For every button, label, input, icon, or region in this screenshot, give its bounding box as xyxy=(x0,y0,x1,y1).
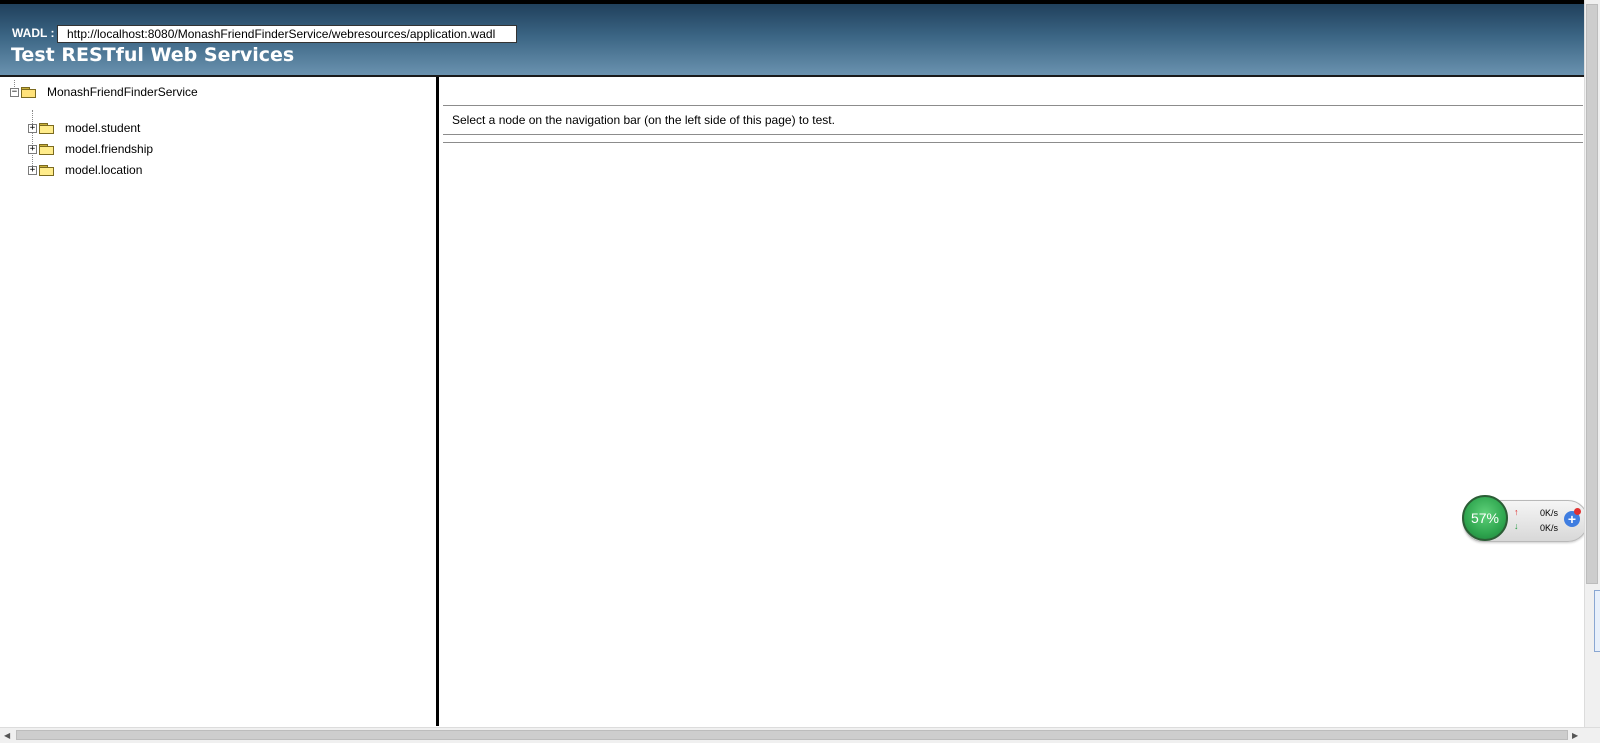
divider xyxy=(443,142,1583,143)
download-speed: 0K/s xyxy=(1540,523,1559,533)
tree-root-label[interactable]: MonashFriendFinderService xyxy=(47,85,198,99)
tree-item-model-friendship[interactable]: + model.friendship xyxy=(28,140,153,158)
side-panel-tab[interactable] xyxy=(1594,590,1600,652)
wadl-url-field[interactable]: http://localhost:8080/MonashFriendFinder… xyxy=(57,25,517,43)
expand-icon[interactable]: + xyxy=(28,123,37,133)
scroll-right-icon[interactable]: ▶ xyxy=(1572,731,1578,740)
memory-gauge[interactable]: 57% xyxy=(1462,495,1508,541)
divider xyxy=(443,134,1583,135)
folder-icon xyxy=(39,143,55,155)
tree-root-node[interactable]: − MonashFriendFinderService xyxy=(10,83,198,101)
collapse-icon[interactable]: − xyxy=(10,87,19,97)
tree-item-label[interactable]: model.student xyxy=(65,121,140,135)
upload-speed: 0K/s xyxy=(1540,508,1559,518)
folder-icon xyxy=(39,122,55,134)
horizontal-scroll-thumb[interactable] xyxy=(16,730,1568,740)
divider xyxy=(443,105,1583,106)
tree-item-model-location[interactable]: + model.location xyxy=(28,161,142,179)
instruction-message: Select a node on the navigation bar (on … xyxy=(452,113,835,127)
expand-icon[interactable]: + xyxy=(28,144,37,154)
wadl-label: WADL : xyxy=(12,26,55,40)
scroll-left-icon[interactable]: ◀ xyxy=(4,731,10,740)
header-banner: WADL : http://localhost:8080/MonashFrien… xyxy=(0,4,1584,77)
expand-icon[interactable]: + xyxy=(28,165,37,175)
upload-arrow-icon: ↑ xyxy=(1514,507,1519,517)
vertical-scroll-thumb[interactable] xyxy=(1586,4,1598,584)
download-arrow-icon: ↓ xyxy=(1514,521,1519,531)
content-pane xyxy=(439,77,1584,726)
open-folder-icon xyxy=(21,86,37,98)
page-title: Test RESTful Web Services xyxy=(11,44,295,66)
tree-item-model-student[interactable]: + model.student xyxy=(28,119,140,137)
notification-dot xyxy=(1574,508,1581,515)
tree-item-label[interactable]: model.friendship xyxy=(65,142,153,156)
tree-item-label[interactable]: model.location xyxy=(65,163,142,177)
folder-icon xyxy=(39,164,55,176)
